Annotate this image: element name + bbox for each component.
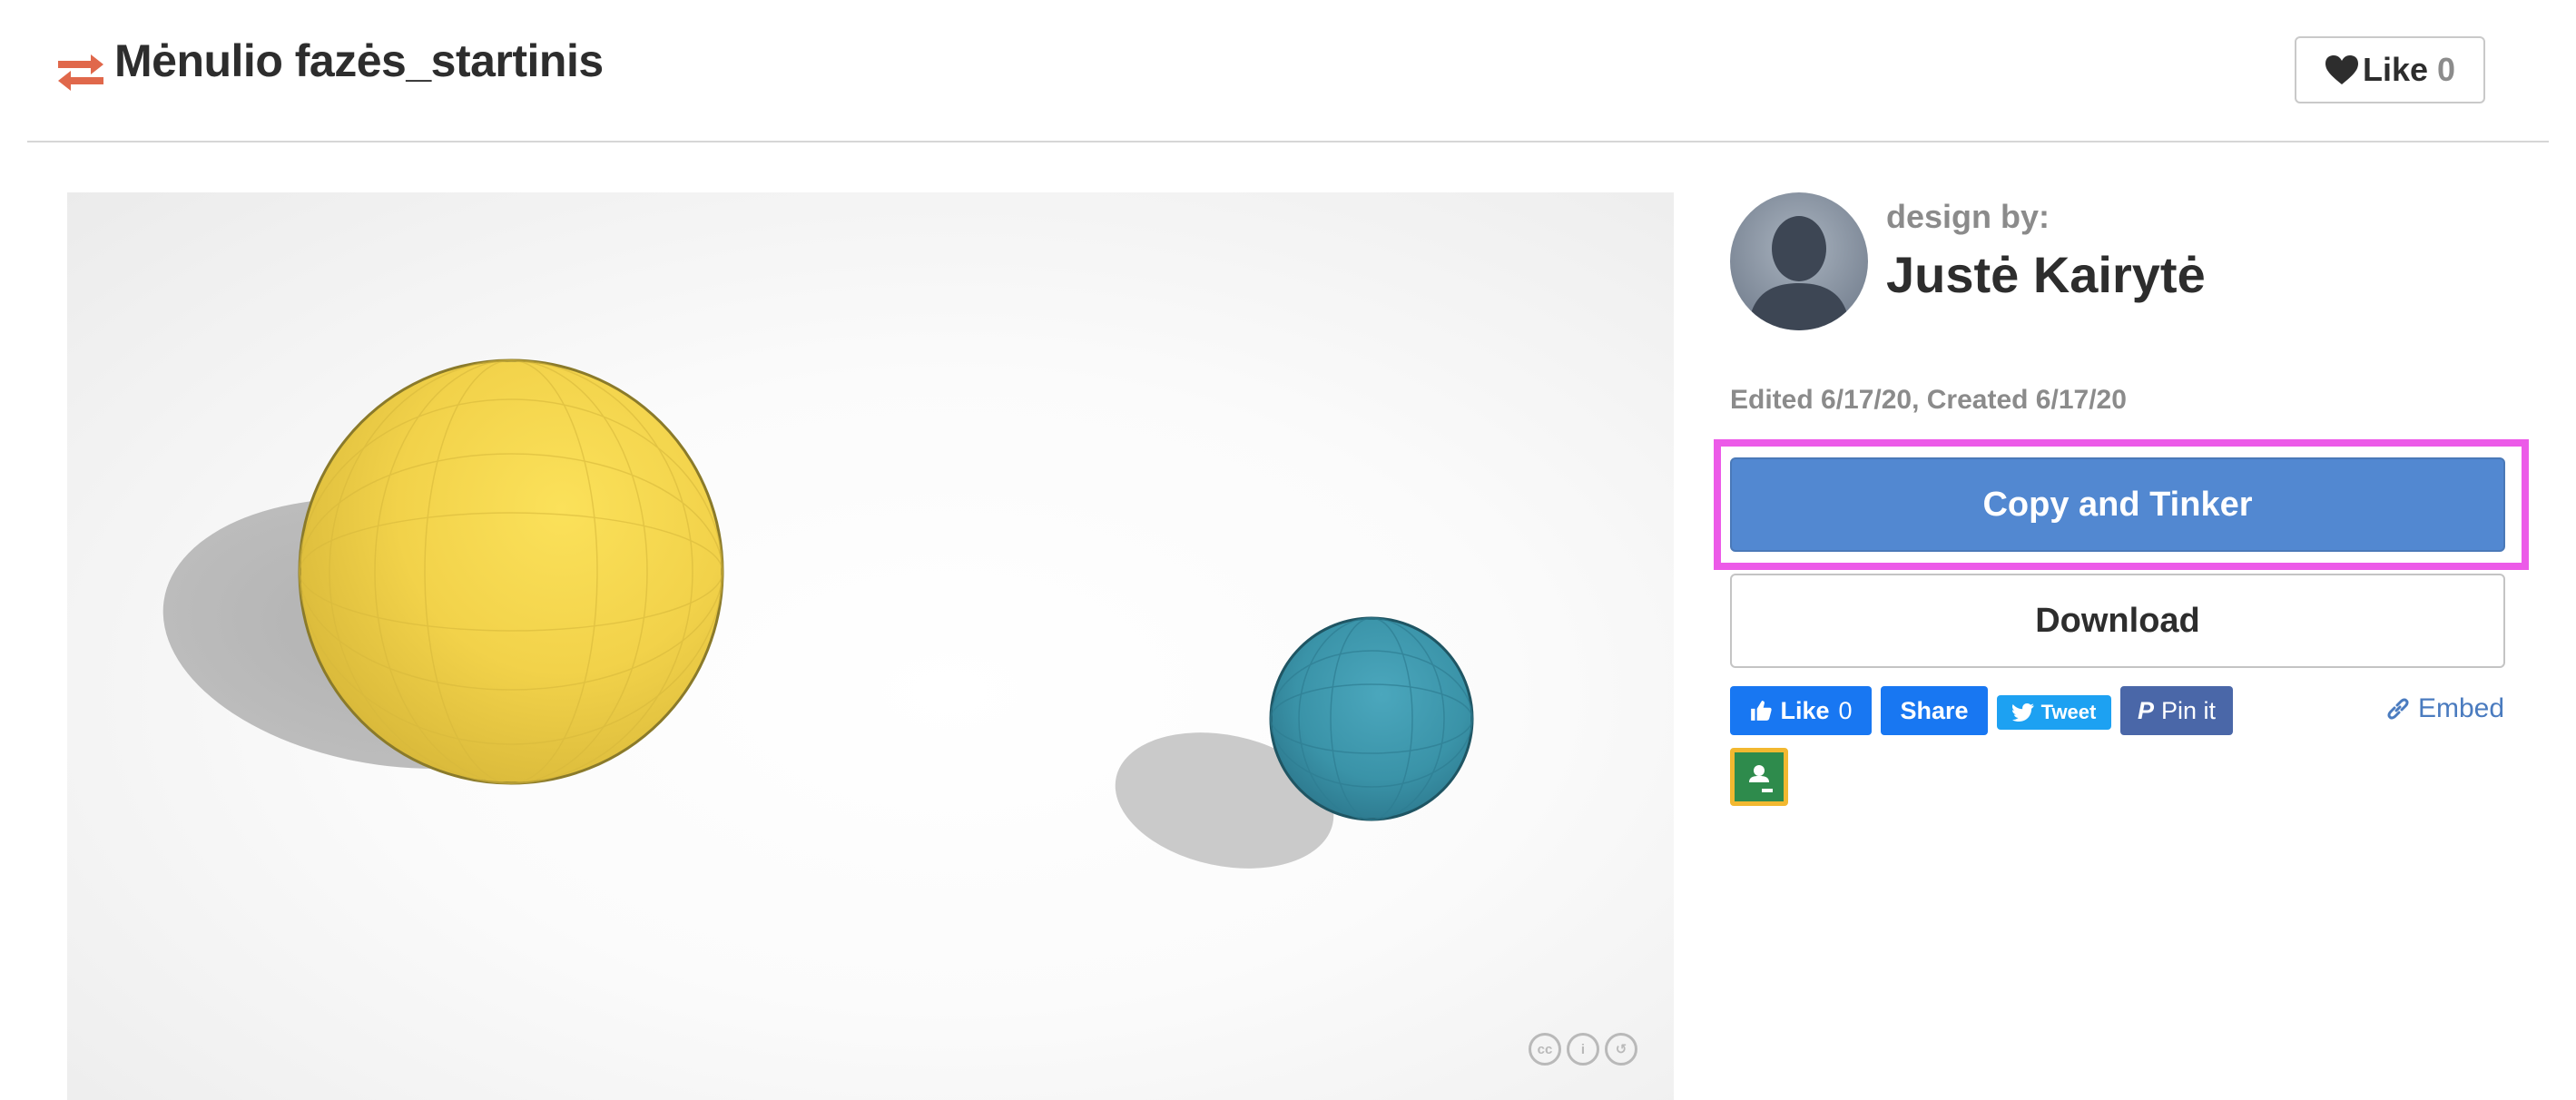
remix-icon [58,54,103,91]
like-button[interactable]: Like 0 [2295,36,2485,103]
like-count: 0 [2437,51,2456,88]
like-label: Like [2362,51,2428,88]
tweet-button[interactable]: Tweet [1997,695,2111,730]
facebook-like-button[interactable]: Like 0 [1730,686,1872,735]
pin-label: Pin it [2160,696,2217,724]
facebook-like-count: 0 [1838,696,1853,724]
pinterest-icon: P [2137,696,2154,724]
model-render [162,358,1474,869]
avatar[interactable] [1730,192,1868,330]
link-chain-icon [2387,698,2409,720]
copy-and-tinker-button[interactable]: Copy and Tinker [1730,457,2505,552]
yellow-sphere [298,358,724,785]
edit-dates: Edited 6/17/20, Created 6/17/20 [1730,385,2127,415]
embed-link[interactable]: Embed [2385,693,2504,724]
pinterest-pin-button[interactable]: P Pin it [2120,686,2233,735]
model-viewer[interactable]: cc i ↺ [67,192,1674,1100]
google-classroom-button[interactable] [1730,748,1788,806]
embed-label: Embed [2418,693,2505,723]
license-icons: cc i ↺ [1529,1033,1637,1066]
share-alike-icon: ↺ [1605,1033,1637,1066]
page-title: Mėnulio fazės_startinis [114,35,604,86]
facebook-share-button[interactable]: Share [1881,686,1988,735]
design-by-label: design by: [1886,198,2050,235]
page-header: Mėnulio fazės_startinis Like 0 [27,0,2549,142]
tweet-label: Tweet [2040,701,2097,723]
author-name[interactable]: Justė Kairytė [1886,245,2206,304]
google-classroom-icon [1749,765,1773,792]
twitter-bird-icon [2011,703,2034,722]
cc-icon: cc [1529,1033,1561,1066]
download-button[interactable]: Download [1730,574,2505,668]
attribution-icon: i [1567,1033,1599,1066]
person-silhouette-icon [1748,216,1850,330]
facebook-like-label: Like [1780,696,1830,724]
heart-icon [2325,55,2358,84]
thumbs-up-icon [1751,701,1773,721]
teal-sphere [1269,616,1474,821]
